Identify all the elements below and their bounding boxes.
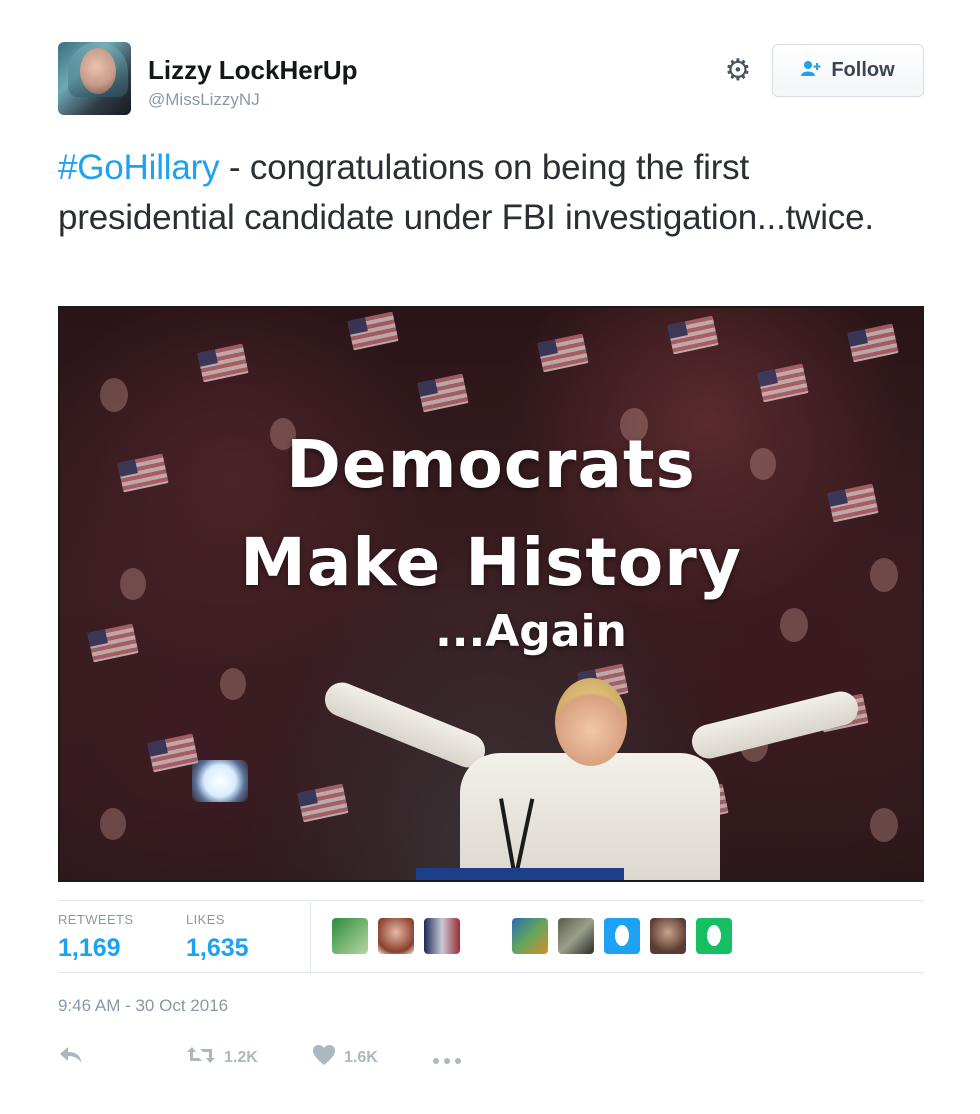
add-user-icon	[801, 60, 821, 81]
image-headline-2: Make History	[240, 524, 742, 601]
likes-label: LIKES	[186, 912, 225, 927]
divider	[58, 900, 924, 901]
retweet-button[interactable]: 1.2K	[186, 1044, 258, 1072]
liker-avatar[interactable]	[378, 918, 414, 954]
more-button[interactable]	[432, 1044, 462, 1072]
liker-avatar[interactable]	[604, 918, 640, 954]
like-button[interactable]: 1.6K	[312, 1044, 378, 1072]
follow-label: Follow	[831, 59, 895, 81]
liker-avatar[interactable]	[512, 918, 548, 954]
liker-avatar[interactable]	[332, 918, 368, 954]
liker-avatar[interactable]	[696, 918, 732, 954]
image-headline-1: Democrats	[286, 426, 696, 503]
retweets-label: RETWEETS	[58, 912, 134, 927]
divider	[58, 972, 924, 973]
tweet-image[interactable]: Democrats Make History ...Again	[58, 306, 924, 882]
likes-count[interactable]: 1,635	[186, 934, 249, 963]
retweets-count[interactable]: 1,169	[58, 934, 121, 963]
liker-avatar[interactable]	[650, 918, 686, 954]
display-name[interactable]: Lizzy LockHerUp	[148, 55, 358, 86]
timestamp[interactable]: 9:46 AM - 30 Oct 2016	[58, 996, 228, 1016]
follow-button[interactable]: Follow	[772, 44, 924, 97]
gear-icon[interactable]: ⚙	[722, 55, 754, 87]
user-handle[interactable]: @MissLizzyNJ	[148, 90, 260, 110]
avatar[interactable]	[58, 42, 131, 115]
reply-icon	[58, 1045, 84, 1071]
image-headline-3: ...Again	[435, 606, 627, 657]
liker-avatar[interactable]	[558, 918, 594, 954]
heart-icon	[312, 1044, 336, 1072]
retweet-icon	[186, 1045, 216, 1071]
more-icon	[432, 1045, 462, 1071]
tweet-text: #GoHillary - congratulations on being th…	[58, 143, 918, 243]
stats-separator	[310, 902, 311, 972]
retweet-action-count: 1.2K	[224, 1049, 258, 1066]
like-action-count: 1.6K	[344, 1049, 378, 1066]
reply-button[interactable]	[58, 1044, 84, 1072]
hashtag-link[interactable]: #GoHillary	[58, 148, 220, 187]
liker-avatar[interactable]	[424, 918, 460, 954]
